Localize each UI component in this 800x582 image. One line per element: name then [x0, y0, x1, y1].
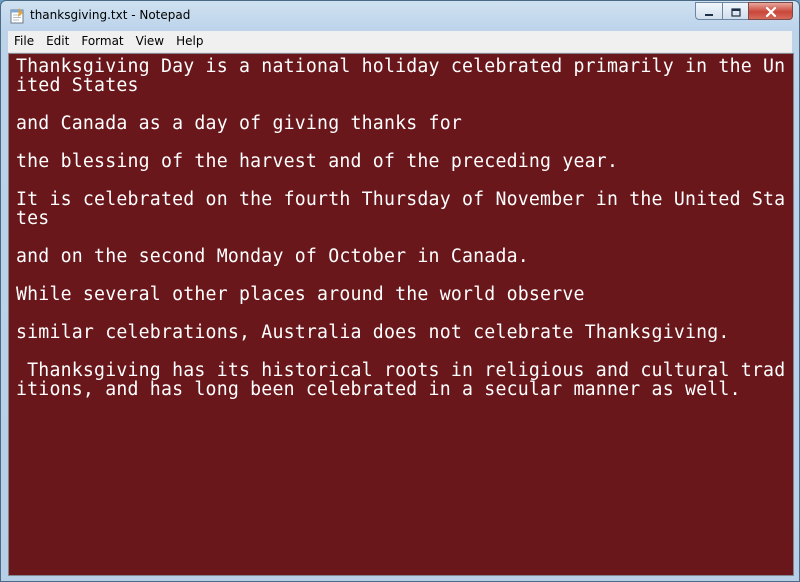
- title-bar[interactable]: thanksgiving.txt - Notepad: [1, 1, 799, 31]
- maximize-icon: [730, 2, 741, 21]
- text-editor[interactable]: Thanksgiving Day is a national holiday c…: [8, 53, 794, 576]
- editor-content[interactable]: Thanksgiving Day is a national holiday c…: [16, 57, 792, 399]
- menu-format[interactable]: Format: [75, 31, 129, 52]
- close-icon: [765, 2, 777, 21]
- maximize-button[interactable]: [722, 2, 748, 20]
- menu-bar: File Edit Format View Help: [8, 31, 792, 53]
- menu-view[interactable]: View: [130, 31, 170, 52]
- notepad-icon[interactable]: [10, 8, 24, 24]
- minimize-icon: [704, 2, 714, 21]
- window-title: thanksgiving.txt - Notepad: [30, 8, 191, 22]
- minimize-button[interactable]: [695, 2, 722, 20]
- menu-help[interactable]: Help: [170, 31, 209, 52]
- menu-file[interactable]: File: [8, 31, 40, 52]
- menu-edit[interactable]: Edit: [40, 31, 75, 52]
- notepad-window: thanksgiving.txt - Notepad File Edit For…: [0, 0, 800, 582]
- window-controls: [695, 2, 793, 21]
- close-button[interactable]: [748, 2, 793, 20]
